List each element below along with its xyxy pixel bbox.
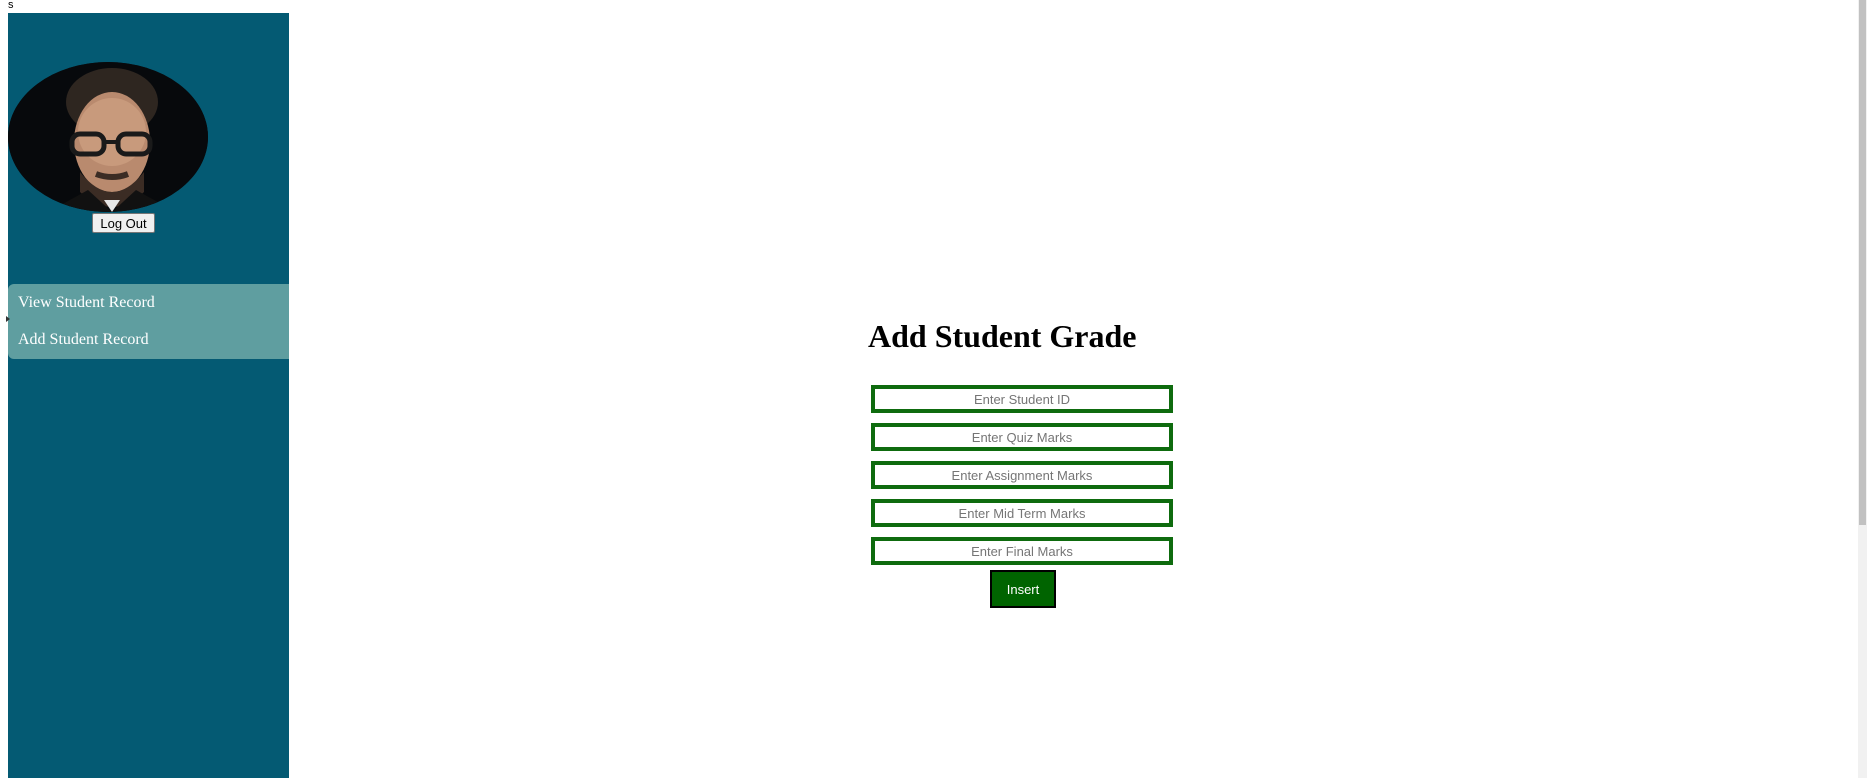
student-id-field[interactable] (871, 385, 1173, 413)
scrollbar-thumb[interactable] (1859, 0, 1866, 525)
midterm-marks-field[interactable] (871, 499, 1173, 527)
add-grade-form (871, 385, 1173, 575)
insert-button[interactable]: Insert (990, 570, 1056, 608)
person-avatar-icon (8, 62, 208, 212)
final-marks-field[interactable] (871, 537, 1173, 565)
quiz-marks-field[interactable] (871, 423, 1173, 451)
sidebar: Log Out View Student Record Add Student … (8, 13, 289, 778)
caret-right-icon (6, 316, 10, 322)
stray-text: s (8, 0, 14, 11)
sidebar-nav: View Student Record Add Student Record (8, 284, 289, 359)
sidebar-item-view-student-record[interactable]: View Student Record (8, 284, 289, 321)
sidebar-item-add-student-record[interactable]: Add Student Record (8, 321, 289, 358)
page-title: Add Student Grade (868, 318, 1137, 354)
assignment-marks-field[interactable] (871, 461, 1173, 489)
logout-button[interactable]: Log Out (92, 213, 155, 233)
vertical-scrollbar[interactable] (1858, 0, 1867, 778)
